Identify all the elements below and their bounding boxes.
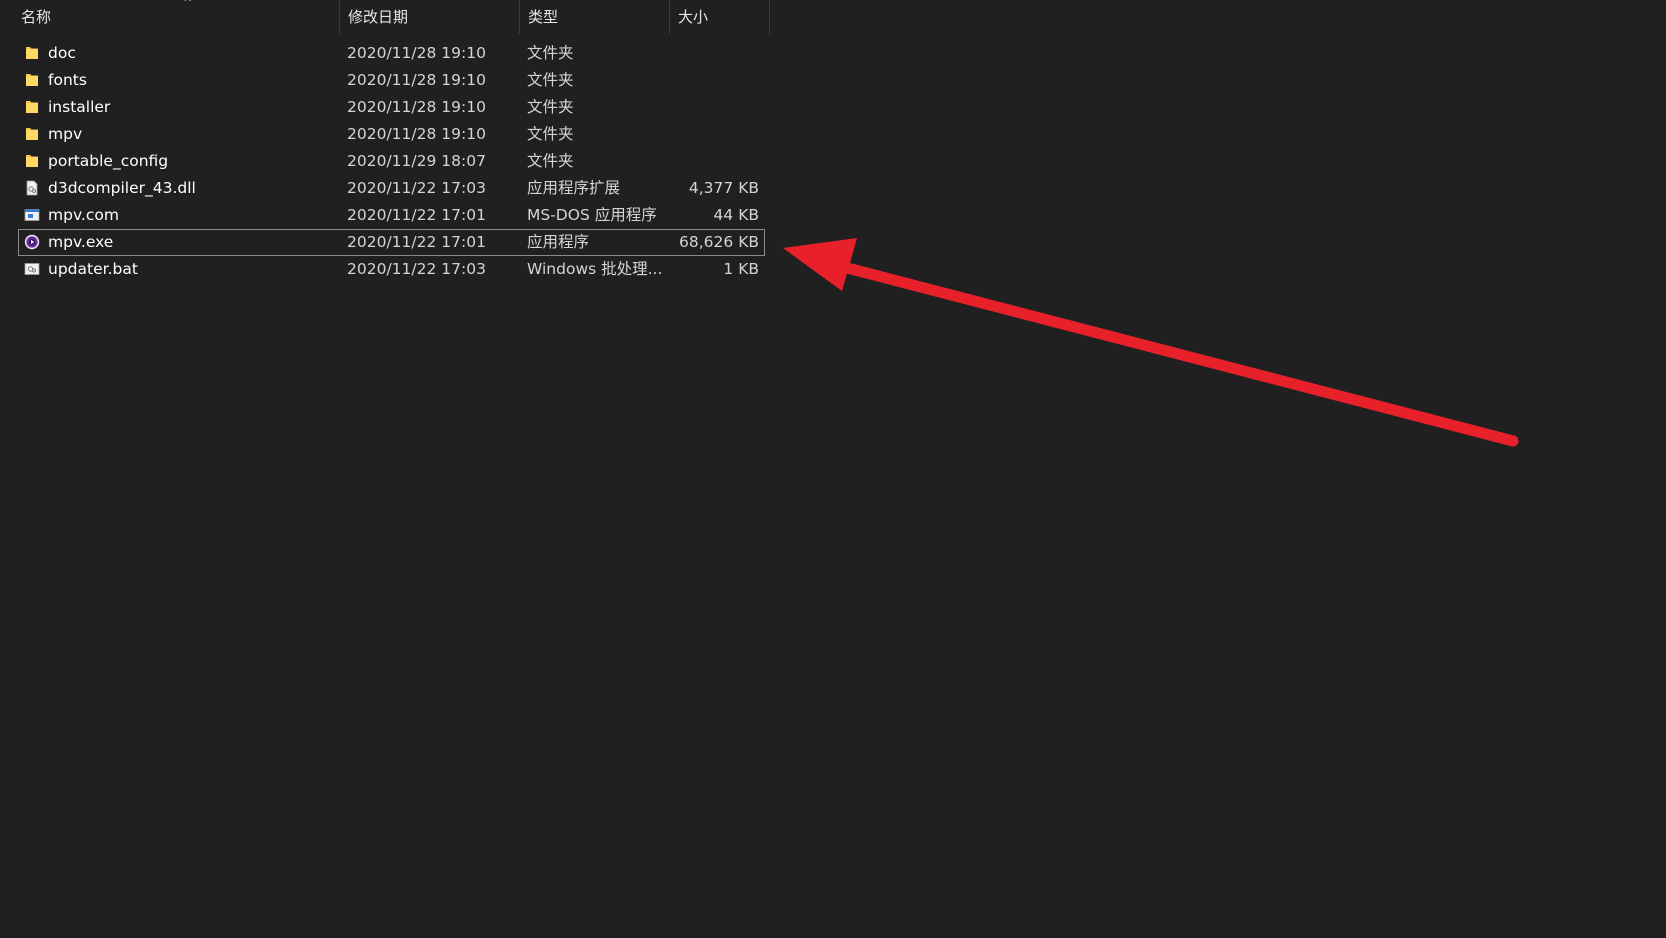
- file-row-portable-config[interactable]: portable_config 2020/11/29 18:07 文件夹: [18, 148, 765, 175]
- file-size: 44 KB: [713, 206, 759, 224]
- file-type: 应用程序: [527, 233, 590, 251]
- column-header-name-label: 名称: [21, 8, 52, 26]
- folder-icon: [26, 47, 38, 59]
- file-date: 2020/11/28 19:10: [347, 71, 486, 89]
- file-date: 2020/11/28 19:10: [347, 98, 486, 116]
- file-explorer-window: 名称 ^ 修改日期 类型 大小 doc 2020/11/28 19:10 文件夹: [0, 0, 1666, 938]
- column-header-name[interactable]: 名称 ^: [13, 0, 340, 34]
- file-type: 应用程序扩展: [527, 179, 621, 197]
- file-name: doc: [48, 44, 76, 62]
- file-name: mpv: [48, 125, 83, 143]
- file-row-updater-bat[interactable]: updater.bat 2020/11/22 17:03 Windows 批处理…: [18, 256, 765, 283]
- file-row-mpv[interactable]: mpv 2020/11/28 19:10 文件夹: [18, 121, 765, 148]
- column-header-date-label: 修改日期: [348, 8, 409, 26]
- file-date: 2020/11/28 19:10: [347, 125, 486, 143]
- file-type: Windows 批处理...: [527, 260, 663, 278]
- column-header-type-label: 类型: [528, 8, 559, 26]
- mpv-app-icon: [24, 234, 40, 250]
- file-name: mpv.exe: [48, 233, 114, 251]
- file-size: 1 KB: [723, 260, 759, 278]
- folder-icon: [26, 101, 38, 113]
- file-row-installer[interactable]: installer 2020/11/28 19:10 文件夹: [18, 94, 765, 121]
- file-type: 文件夹: [527, 125, 574, 143]
- column-header-type[interactable]: 类型: [520, 0, 670, 34]
- column-header-date[interactable]: 修改日期: [340, 0, 520, 34]
- dll-file-icon: [26, 180, 38, 196]
- file-row-fonts[interactable]: fonts 2020/11/28 19:10 文件夹: [18, 67, 765, 94]
- file-type: 文件夹: [527, 44, 574, 62]
- file-date: 2020/11/22 17:03: [347, 179, 486, 197]
- file-name: fonts: [48, 71, 87, 89]
- folder-icon: [26, 128, 38, 140]
- file-date: 2020/11/29 18:07: [347, 152, 486, 170]
- file-name: updater.bat: [48, 260, 138, 278]
- column-header-size-label: 大小: [678, 8, 709, 26]
- file-date: 2020/11/22 17:01: [347, 206, 486, 224]
- arrow-shaft: [826, 258, 1519, 447]
- file-name: portable_config: [48, 152, 169, 170]
- file-type: 文件夹: [527, 71, 574, 89]
- file-name: d3dcompiler_43.dll: [48, 179, 196, 197]
- dos-app-icon: [24, 209, 40, 221]
- file-name: installer: [48, 98, 111, 116]
- file-row-mpv-exe[interactable]: mpv.exe 2020/11/22 17:01 应用程序 68,626 KB: [18, 229, 765, 256]
- file-type: 文件夹: [527, 152, 574, 170]
- file-row-doc[interactable]: doc 2020/11/28 19:10 文件夹: [18, 40, 765, 67]
- column-header-size[interactable]: 大小: [670, 0, 770, 34]
- file-size: 68,626 KB: [679, 233, 759, 251]
- file-row-mpv-com[interactable]: mpv.com 2020/11/22 17:01 MS-DOS 应用程序 44 …: [18, 202, 765, 229]
- file-date: 2020/11/22 17:01: [347, 233, 486, 251]
- file-row-d3dcompiler-dll[interactable]: d3dcompiler_43.dll 2020/11/22 17:03 应用程序…: [18, 175, 765, 202]
- file-name: mpv.com: [48, 206, 119, 224]
- folder-icon: [26, 155, 38, 167]
- folder-icon: [26, 74, 38, 86]
- arrow-head: [783, 238, 857, 291]
- file-date: 2020/11/22 17:03: [347, 260, 486, 278]
- batch-file-icon: [24, 263, 40, 275]
- sort-ascending-icon: ^: [183, 0, 193, 9]
- file-date: 2020/11/28 19:10: [347, 44, 486, 62]
- column-header-bar: 名称 ^ 修改日期 类型 大小: [0, 0, 770, 34]
- file-type: MS-DOS 应用程序: [527, 206, 657, 224]
- file-size: 4,377 KB: [688, 179, 759, 197]
- file-list: doc 2020/11/28 19:10 文件夹 fonts 2020/11/2…: [18, 40, 765, 283]
- file-type: 文件夹: [527, 98, 574, 116]
